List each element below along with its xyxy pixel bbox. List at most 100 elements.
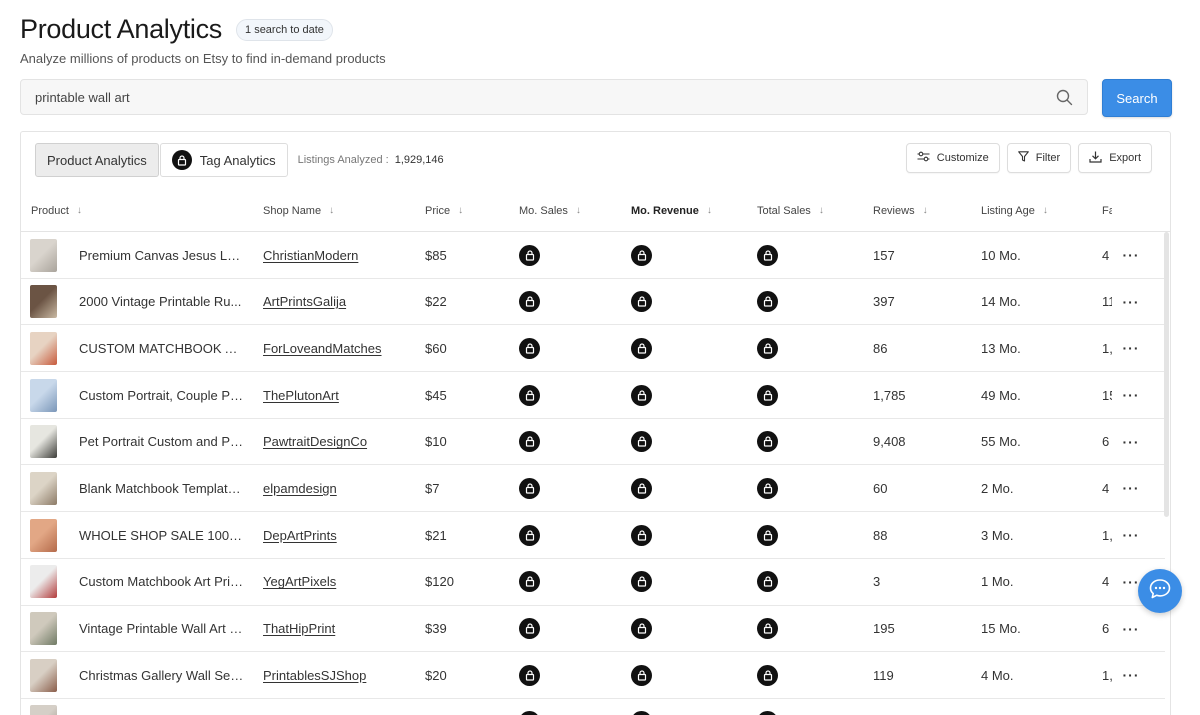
mo-revenue-locked[interactable] [631, 325, 652, 371]
column-price[interactable]: Price ↓ [425, 189, 463, 232]
mo-revenue-locked[interactable] [631, 699, 652, 715]
column-listing-age[interactable]: Listing Age ↓ [981, 189, 1048, 232]
product-thumbnail[interactable] [30, 465, 57, 511]
shop-link[interactable]: PrintablesSJShop [263, 668, 366, 683]
mo-revenue-locked[interactable] [631, 372, 652, 418]
table-row[interactable]: Blank Matchbook Template,... elpamdesign $… [21, 465, 1165, 513]
mo-sales-locked[interactable] [519, 325, 540, 371]
product-name-cell[interactable]: Vintage Printable Wall Art B... [79, 606, 244, 652]
shop-link[interactable]: YegArtPixels [263, 574, 336, 589]
product-thumbnail[interactable] [30, 325, 57, 371]
table-row[interactable]: Vintage Printable Wall Art B... ThatHipPr… [21, 606, 1165, 653]
more-dots-icon[interactable]: ··· [1120, 325, 1142, 371]
total-sales-locked[interactable] [757, 232, 778, 278]
mo-sales-locked[interactable] [519, 699, 540, 715]
shop-link[interactable]: PawtraitDesignCo [263, 434, 367, 449]
mo-sales-locked[interactable] [519, 419, 540, 465]
search-icon[interactable] [1055, 88, 1073, 106]
total-sales-locked[interactable] [757, 606, 778, 652]
product-name[interactable]: CUSTOM MATCHBOOK AR... [79, 341, 244, 356]
total-sales-locked[interactable] [757, 652, 778, 698]
shop-link[interactable]: DepArtPrints [263, 528, 337, 543]
search-input[interactable] [35, 89, 1055, 105]
mo-sales-locked[interactable] [519, 372, 540, 418]
product-name-cell[interactable]: Blank Matchbook Template,... [79, 465, 244, 511]
shop-link[interactable]: ChristianModern [263, 248, 358, 263]
column-mo-sales[interactable]: Mo. Sales ↓ [519, 189, 581, 232]
more-dots-icon[interactable]: ··· [1120, 232, 1142, 278]
product-name[interactable]: Custom Matchbook Art Prin... [79, 574, 244, 589]
product-name[interactable]: Pet Portrait Custom and Pe... [79, 434, 244, 449]
shop-link[interactable]: ThatHipPrint [263, 621, 335, 636]
table-row[interactable]: ··· [21, 699, 1165, 715]
product-thumbnail[interactable] [30, 699, 57, 715]
total-sales-locked[interactable] [757, 465, 778, 511]
column-mo-revenue[interactable]: Mo. Revenue ↓ [631, 189, 712, 232]
mo-sales-locked[interactable] [519, 559, 540, 605]
product-thumbnail[interactable] [30, 419, 57, 465]
more-dots-icon[interactable]: ··· [1120, 279, 1142, 325]
mo-revenue-locked[interactable] [631, 512, 652, 558]
product-name[interactable]: Premium Canvas Jesus Lea... [79, 248, 244, 263]
table-row[interactable]: CUSTOM MATCHBOOK AR... ForLoveandMatches $… [21, 325, 1165, 373]
product-thumbnail[interactable] [30, 559, 57, 605]
product-name-cell[interactable]: Custom Portrait, Couple Po... [79, 372, 244, 418]
mo-revenue-locked[interactable] [631, 606, 652, 652]
mo-revenue-locked[interactable] [631, 279, 652, 325]
mo-revenue-locked[interactable] [631, 652, 652, 698]
filter-button[interactable]: Filter [1006, 143, 1072, 173]
product-name-cell[interactable]: Custom Matchbook Art Prin... [79, 559, 244, 605]
product-name[interactable]: Vintage Printable Wall Art B... [79, 621, 244, 636]
product-name-cell[interactable]: Christmas Gallery Wall Set ... [79, 652, 244, 698]
more-dots-icon[interactable]: ··· [1120, 699, 1142, 715]
product-thumbnail[interactable] [30, 512, 57, 558]
shop-link[interactable]: ArtPrintsGalija [263, 294, 346, 309]
table-row[interactable]: Custom Portrait, Couple Po... ThePlutonAr… [21, 372, 1165, 419]
mo-revenue-locked[interactable] [631, 232, 652, 278]
search-button[interactable]: Search [1102, 79, 1172, 117]
table-row[interactable]: Custom Matchbook Art Prin... YegArtPixels… [21, 559, 1165, 606]
total-sales-locked[interactable] [757, 559, 778, 605]
column-shop-name[interactable]: Shop Name ↓ [263, 189, 334, 232]
shop-link[interactable]: ForLoveandMatches [263, 341, 382, 356]
more-dots-icon[interactable]: ··· [1120, 606, 1142, 652]
product-name-cell[interactable]: CUSTOM MATCHBOOK AR... [79, 325, 244, 371]
table-row[interactable]: Premium Canvas Jesus Lea... ChristianMode… [21, 232, 1165, 279]
more-dots-icon[interactable]: ··· [1120, 372, 1142, 418]
total-sales-locked[interactable] [757, 419, 778, 465]
product-thumbnail[interactable] [30, 606, 57, 652]
mo-sales-locked[interactable] [519, 279, 540, 325]
column-product[interactable]: Product ↓ [31, 189, 82, 232]
table-row[interactable]: 2000 Vintage Printable Ru... ArtPrintsGal… [21, 279, 1165, 326]
mo-revenue-locked[interactable] [631, 465, 652, 511]
column-reviews[interactable]: Reviews ↓ [873, 189, 928, 232]
mo-revenue-locked[interactable] [631, 419, 652, 465]
column-favorites[interactable]: Fa [1102, 189, 1112, 232]
total-sales-locked[interactable] [757, 699, 778, 715]
product-name[interactable]: Blank Matchbook Template,... [79, 481, 244, 496]
total-sales-locked[interactable] [757, 325, 778, 371]
product-name[interactable]: 2000 Vintage Printable Ru... [79, 294, 244, 309]
product-name-cell[interactable]: Premium Canvas Jesus Lea... [79, 232, 244, 278]
mo-sales-locked[interactable] [519, 465, 540, 511]
mo-sales-locked[interactable] [519, 512, 540, 558]
scrollbar[interactable] [1164, 232, 1169, 517]
chat-button[interactable] [1138, 569, 1182, 613]
product-name[interactable]: Custom Portrait, Couple Po... [79, 388, 244, 403]
mo-sales-locked[interactable] [519, 606, 540, 652]
product-name-cell[interactable] [79, 699, 244, 715]
product-thumbnail[interactable] [30, 652, 57, 698]
mo-revenue-locked[interactable] [631, 559, 652, 605]
total-sales-locked[interactable] [757, 372, 778, 418]
mo-sales-locked[interactable] [519, 232, 540, 278]
customize-button[interactable]: Customize [905, 143, 1000, 173]
table-row[interactable]: Pet Portrait Custom and Pe... PawtraitDes… [21, 419, 1165, 466]
column-total-sales[interactable]: Total Sales ↓ [757, 189, 824, 232]
product-thumbnail[interactable] [30, 279, 57, 325]
shop-link[interactable]: ThePlutonArt [263, 388, 339, 403]
total-sales-locked[interactable] [757, 512, 778, 558]
tab-tag-analytics[interactable]: Tag Analytics [159, 143, 288, 177]
product-name[interactable]: Christmas Gallery Wall Set ... [79, 668, 244, 683]
product-name-cell[interactable]: Pet Portrait Custom and Pe... [79, 419, 244, 465]
shop-link[interactable]: elpamdesign [263, 481, 337, 496]
